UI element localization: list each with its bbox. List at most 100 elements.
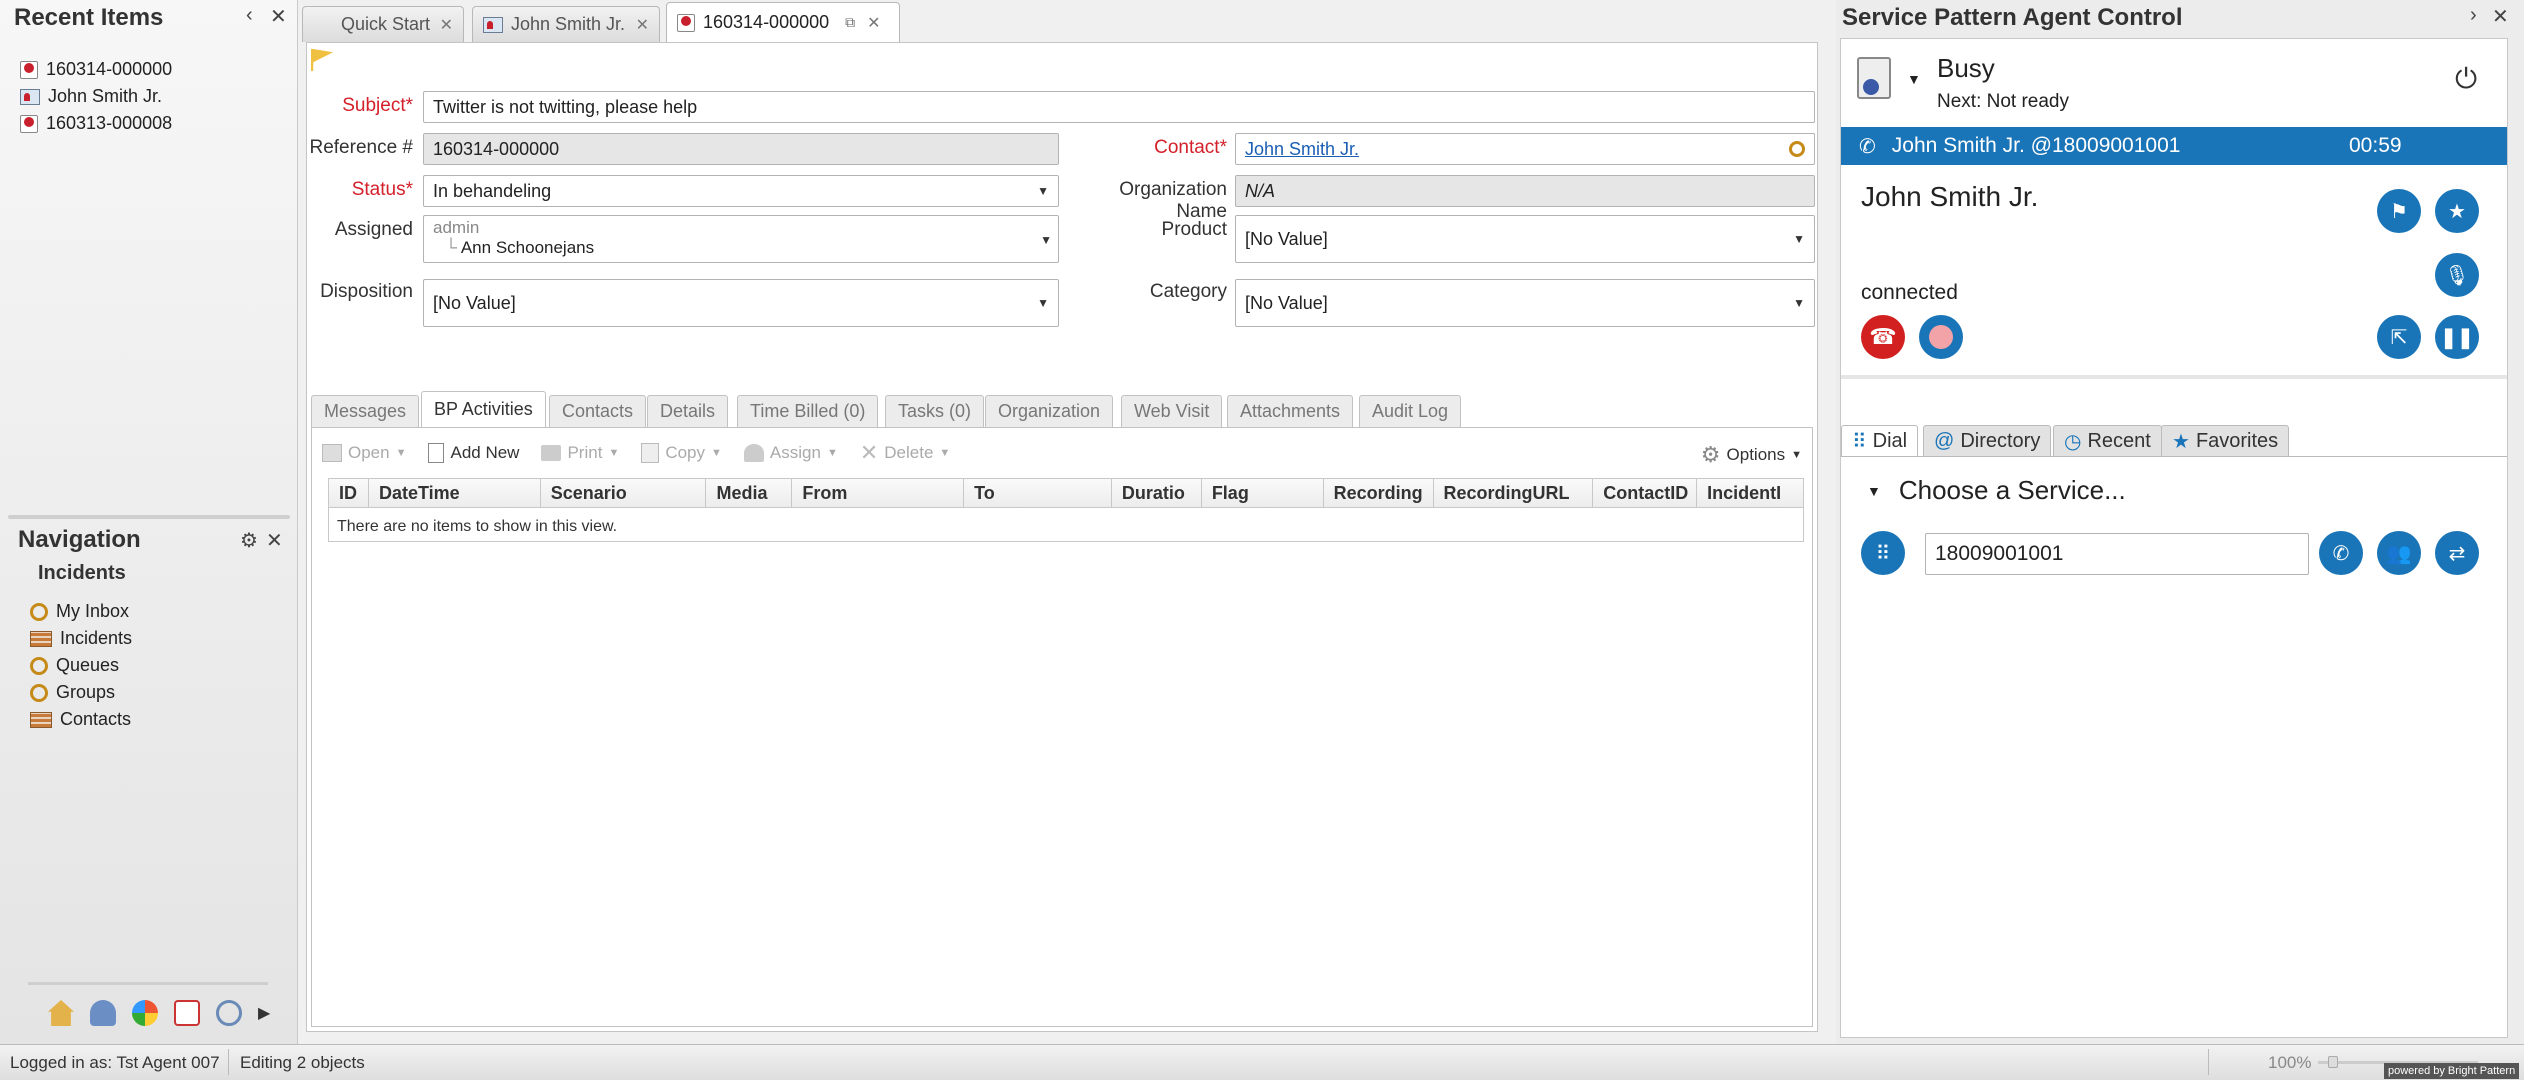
splitter[interactable] (8, 515, 290, 519)
reference-value: 160314-000000 (433, 138, 560, 159)
subtab-attachments[interactable]: Attachments (1227, 395, 1354, 427)
left-sidebar: Recent Items ‹ ✕ 160314-000000 John Smit… (0, 0, 298, 1044)
search-icon[interactable] (1789, 141, 1805, 157)
column-header[interactable]: IncidentI (1697, 479, 1803, 507)
nav-item-incidents[interactable]: Incidents (30, 625, 132, 652)
column-header[interactable]: Media (706, 479, 793, 507)
subject-input[interactable]: Twitter is not twitting, please help (423, 91, 1815, 123)
chevron-down-icon[interactable]: ▼ (1907, 71, 1921, 87)
options-button[interactable]: ⚙ Options ▼ (1701, 442, 1802, 468)
tab-label: 160314-000000 (703, 12, 830, 32)
column-header[interactable]: Recording (1324, 479, 1434, 507)
active-call-bar[interactable]: ✆ John Smith Jr. @18009001001 00:59 (1841, 127, 2507, 165)
report-search-icon (30, 656, 48, 675)
column-header[interactable]: DateTime (369, 479, 541, 507)
column-header[interactable]: Scenario (541, 479, 707, 507)
transfer-button[interactable]: ⇱ (2377, 315, 2421, 359)
tab-dial[interactable]: ⠿ Dial (1841, 425, 1919, 457)
category-select[interactable]: [No Value] ▼ (1235, 279, 1815, 327)
nav-item-queues[interactable]: Queues (30, 652, 132, 679)
assigned-user: Ann Schoonejans (460, 238, 595, 257)
popout-icon[interactable]: ⧉ (845, 14, 855, 31)
separator (1841, 375, 2507, 379)
dial-number-input[interactable]: 18009001001 (1925, 533, 2309, 575)
subtab-messages[interactable]: Messages (311, 395, 420, 427)
delete-button[interactable]: ✕ Delete ▼ (860, 440, 950, 466)
nav-item-groups[interactable]: Groups (30, 679, 132, 706)
navigation-title: Navigation (18, 526, 141, 553)
chevron-down-icon: ▼ (939, 447, 951, 459)
agent-status-icon[interactable] (1857, 57, 1891, 99)
nav-item-my-inbox[interactable]: My Inbox (30, 598, 132, 625)
tab-favorites[interactable]: ★ Favorites (2161, 425, 2290, 457)
flag-call-button[interactable]: ⚑ (2377, 189, 2421, 233)
contact-link[interactable]: John Smith Jr. (1245, 139, 1359, 160)
record-button[interactable] (1919, 315, 1963, 359)
assigned-select[interactable]: admin └ Ann Schoonejans ▼ (423, 215, 1059, 263)
assign-button[interactable]: Assign ▼ (743, 443, 838, 463)
agent-status[interactable]: Busy (1937, 53, 1995, 84)
column-header[interactable]: ContactID (1593, 479, 1698, 507)
column-header[interactable]: ID (329, 479, 369, 507)
hold-button[interactable]: ❚❚ (2435, 315, 2479, 359)
consult-button[interactable]: ⇄ (2435, 531, 2479, 575)
subtab-web-visit[interactable]: Web Visit (1121, 395, 1223, 427)
conference-button[interactable]: 👥 (2377, 531, 2421, 575)
column-header[interactable]: From (792, 479, 965, 507)
close-icon[interactable]: ✕ (266, 528, 283, 553)
keypad-button[interactable]: ⠿ (1861, 531, 1905, 575)
nav-item-contacts[interactable]: Contacts (30, 706, 132, 733)
power-icon[interactable]: ⏻ (2455, 63, 2477, 96)
mute-button[interactable]: 🎙 (2435, 253, 2479, 297)
recent-item[interactable]: John Smith Jr. (20, 83, 172, 110)
add-new-button[interactable]: Add New (428, 443, 519, 463)
more-arrow-icon[interactable]: ▶ (258, 1003, 270, 1023)
close-icon[interactable]: ✕ (867, 13, 880, 33)
close-icon[interactable]: ✕ (440, 15, 453, 35)
subtab-time-billed[interactable]: Time Billed (0) (737, 395, 879, 427)
assigned-label: Assigned (334, 219, 413, 240)
status-select[interactable]: In behandeling ▼ (423, 175, 1059, 207)
subtab-contacts[interactable]: Contacts (549, 395, 647, 427)
gear-icon[interactable]: ⚙ (240, 528, 258, 553)
call-timer: 00:59 (2349, 134, 2402, 157)
column-header[interactable]: To (964, 479, 1112, 507)
subtab-audit-log[interactable]: Audit Log (1359, 395, 1462, 427)
tab-contact[interactable]: John Smith Jr. ✕ (472, 6, 660, 42)
tab-incident[interactable]: 160314-000000 ⧉ ✕ (666, 2, 900, 42)
tasks-icon[interactable] (174, 1000, 200, 1026)
copy-button[interactable]: Copy ▼ (641, 443, 722, 463)
people-icon[interactable] (90, 1000, 116, 1026)
refresh-icon[interactable] (216, 1000, 242, 1026)
contact-field[interactable]: John Smith Jr. (1235, 133, 1815, 165)
choose-service-select[interactable]: ▼ Choose a Service... (1867, 475, 2126, 506)
recent-item[interactable]: 160313-000008 (20, 110, 172, 137)
collapse-icon[interactable]: ‹ (246, 4, 253, 27)
collapse-icon[interactable]: › (2470, 4, 2477, 27)
close-icon[interactable]: ✕ (270, 4, 287, 29)
close-icon[interactable]: ✕ (2492, 4, 2509, 29)
home-icon[interactable] (48, 1000, 74, 1026)
subtab-bp-activities[interactable]: BP Activities (421, 391, 546, 427)
close-icon[interactable]: ✕ (636, 15, 649, 35)
hangup-button[interactable]: ☎ (1861, 315, 1905, 359)
column-header[interactable]: Flag (1202, 479, 1324, 507)
tab-quick-start[interactable]: Quick Start ✕ (302, 6, 464, 42)
recent-item[interactable]: 160314-000000 (20, 56, 172, 83)
subtab-tasks[interactable]: Tasks (0) (885, 395, 985, 427)
column-header[interactable]: RecordingURL (1434, 479, 1594, 507)
reports-icon[interactable] (132, 1000, 158, 1026)
disposition-select[interactable]: [No Value] ▼ (423, 279, 1059, 327)
favorite-button[interactable]: ★ (2435, 189, 2479, 233)
tab-directory[interactable]: @ Directory (1923, 425, 2052, 457)
open-button[interactable]: Open ▼ (322, 443, 406, 463)
tab-recent[interactable]: ◷ Recent (2053, 425, 2162, 457)
column-header[interactable]: Duratio (1112, 479, 1202, 507)
subtab-organization[interactable]: Organization (985, 395, 1114, 427)
print-button[interactable]: Print ▼ (541, 443, 619, 463)
zoom-slider-thumb[interactable] (2328, 1056, 2338, 1068)
product-select[interactable]: [No Value] ▼ (1235, 215, 1815, 263)
flag-icon[interactable] (311, 49, 333, 71)
subtab-details[interactable]: Details (647, 395, 729, 427)
call-button[interactable]: ✆ (2319, 531, 2363, 575)
